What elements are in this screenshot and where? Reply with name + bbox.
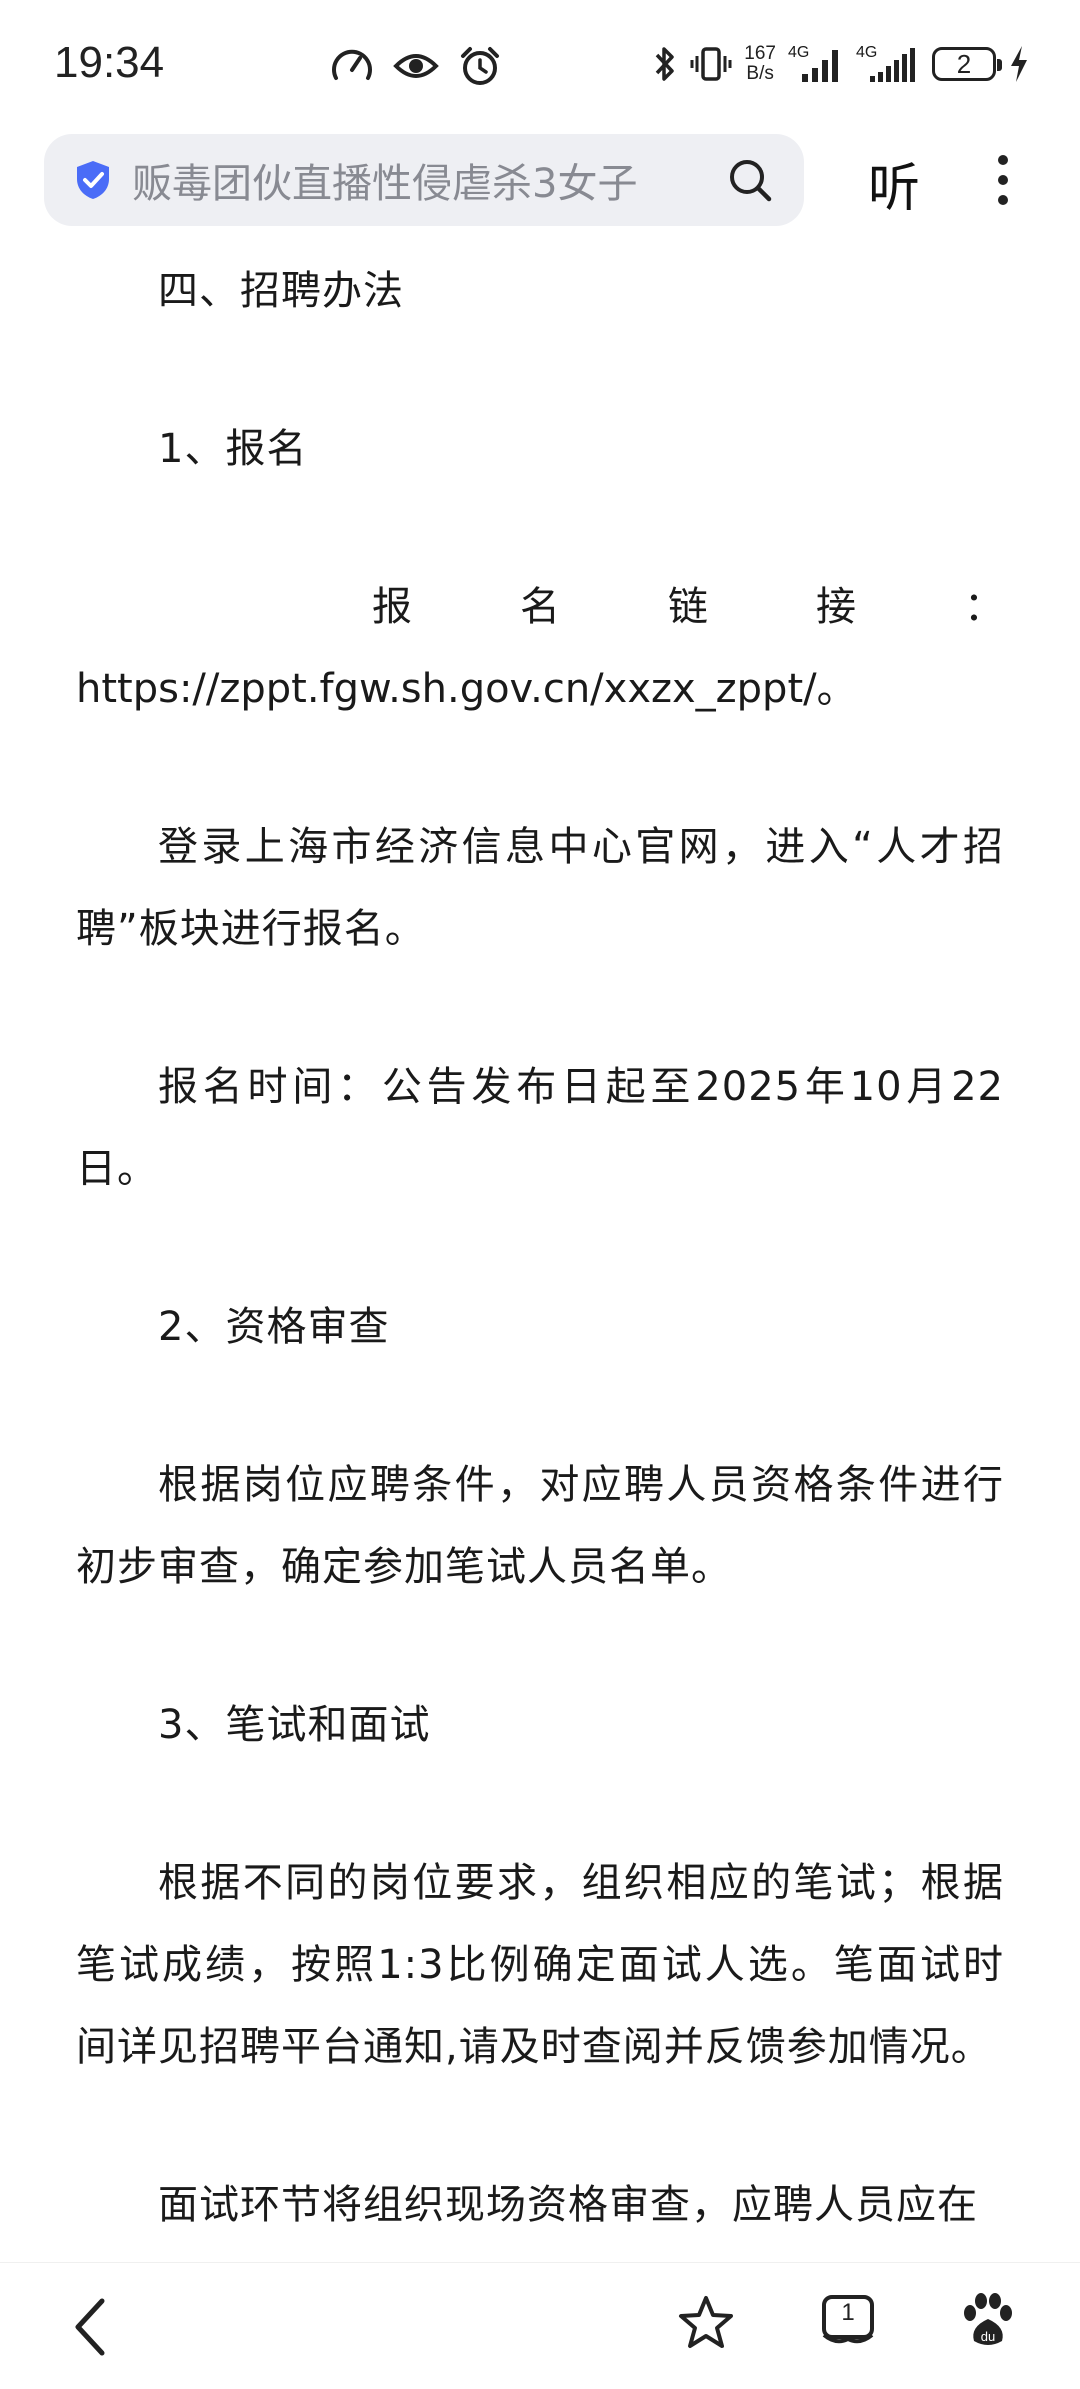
signup-link-label: 报 名 链 接 ： <box>372 584 1004 630</box>
signal-1-icon: 4G <box>788 44 844 84</box>
favorite-star-icon[interactable] <box>676 2293 736 2353</box>
para-login: 登录上海市经济信息中心官网，进入“人才招聘”板块进行报名。 <box>76 824 1004 952</box>
status-icons-left <box>330 44 502 88</box>
signup-link-block: 报 名 链 接 ： https://zppt.fgw.sh.gov.cn/xxz… <box>76 566 1004 730</box>
search-icon[interactable] <box>726 156 774 204</box>
alarm-icon <box>461 47 499 85</box>
more-options-icon[interactable] <box>988 150 1018 210</box>
search-query[interactable]: 贩毒团伙直播性侵虐杀3女子 <box>132 151 692 209</box>
tab-count: 1 <box>841 2299 855 2326</box>
para-review: 根据岗位应聘条件，对应聘人员资格条件进行初步审查，确定参加笔试人员名单。 <box>76 1462 1004 1590</box>
net-speed: 167 B/s <box>744 43 776 84</box>
eye-icon <box>393 54 439 78</box>
para-exam: 根据不同的岗位要求，组织相应的笔试；根据笔试成绩，按照1:3比例确定面试人选。笔… <box>76 1860 1004 2070</box>
vibrate-icon <box>690 47 732 81</box>
battery-indicator: 2 <box>932 47 1002 81</box>
status-icons-right: 167 B/s 4G 4G 2 <box>652 44 1030 84</box>
bluetooth-icon <box>656 47 675 81</box>
tabs-button[interactable]: 1 <box>818 2293 878 2355</box>
article-content: 四、招聘办法 1、报名 报 名 链 接 ： https://zppt.fgw.s… <box>76 250 1004 2322</box>
search-bar[interactable]: 贩毒团伙直播性侵虐杀3女子 <box>44 134 804 226</box>
signal-2-icon: 4G <box>856 44 920 84</box>
signup-link-url[interactable]: https://zppt.fgw.sh.gov.cn/xxzx_zppt/。 <box>76 648 1004 730</box>
heading-signup: 1、报名 <box>158 426 308 472</box>
speedometer-icon <box>332 49 372 80</box>
baidu-paw-icon[interactable]: du <box>960 2291 1016 2351</box>
heading-review: 2、资格审查 <box>158 1304 390 1350</box>
bottom-toolbar: 1 du <box>0 2262 1080 2389</box>
status-bar: 19:34 167 B/s 4G 4G 2 <box>0 0 1080 130</box>
heading-exam: 3、笔试和面试 <box>158 1702 431 1748</box>
back-icon[interactable] <box>70 2295 110 2359</box>
listen-button[interactable]: 听 <box>868 146 920 221</box>
para-signup-time: 报名时间：公告发布日起至2025年10月22日。 <box>76 1064 1004 1192</box>
heading-method: 四、招聘办法 <box>158 268 404 314</box>
charging-icon <box>1011 46 1027 82</box>
shield-icon <box>77 161 109 199</box>
svg-text:du: du <box>981 2329 995 2344</box>
para-interview: 面试环节将组织现场资格审查，应聘人员应在 <box>158 2182 978 2228</box>
status-time: 19:34 <box>54 38 165 87</box>
